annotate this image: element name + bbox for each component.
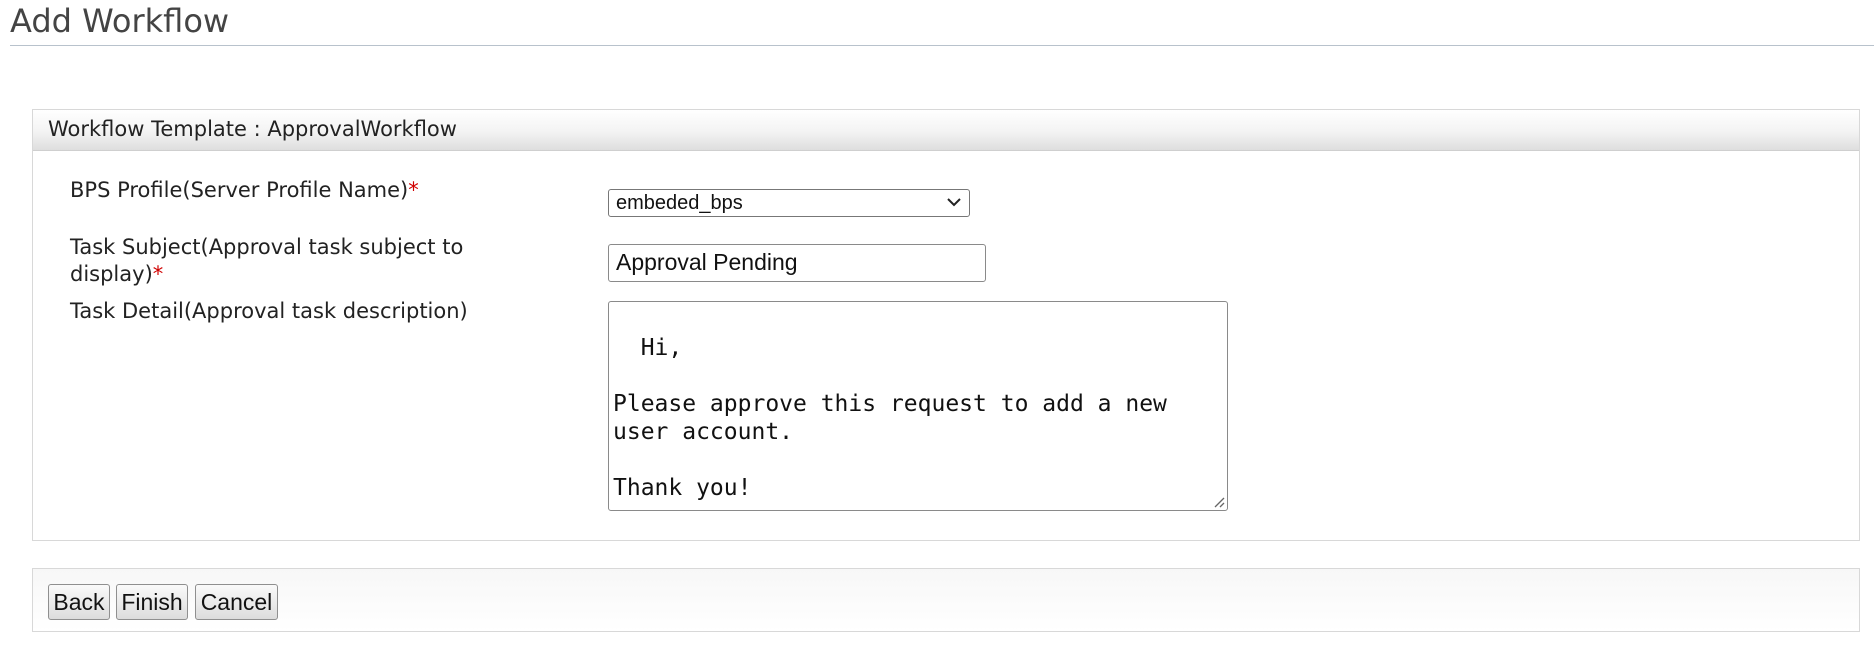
task-subject-label-text: Task Subject(Approval task subject to di…	[70, 235, 464, 286]
bps-profile-label-text: BPS Profile(Server Profile Name)	[70, 178, 409, 202]
task-subject-label: Task Subject(Approval task subject to di…	[70, 234, 490, 288]
workflow-template-header: Workflow Template : ApprovalWorkflow	[33, 110, 1859, 151]
back-button[interactable]: Back	[48, 584, 110, 620]
required-asterisk: *	[408, 178, 419, 202]
bps-profile-label: BPS Profile(Server Profile Name)*	[70, 177, 419, 204]
title-divider	[10, 45, 1874, 46]
chevron-down-icon	[947, 198, 961, 207]
task-detail-text: Hi, Please approve this request to add a…	[613, 335, 1167, 501]
finish-button[interactable]: Finish	[116, 584, 188, 620]
button-bar: Back Finish Cancel	[32, 568, 1860, 632]
required-asterisk: *	[152, 262, 164, 286]
bps-profile-selected-value: embeded_bps	[616, 192, 743, 214]
bps-profile-select[interactable]: embeded_bps	[608, 189, 970, 217]
page-title: Add Workflow	[10, 2, 230, 40]
cancel-button[interactable]: Cancel	[195, 584, 278, 620]
task-subject-input[interactable]: Approval Pending	[608, 244, 986, 282]
task-detail-textarea[interactable]: Hi, Please approve this request to add a…	[608, 301, 1228, 511]
task-detail-label: Task Detail(Approval task description)	[70, 299, 468, 323]
resize-grip-icon[interactable]	[1211, 494, 1225, 508]
